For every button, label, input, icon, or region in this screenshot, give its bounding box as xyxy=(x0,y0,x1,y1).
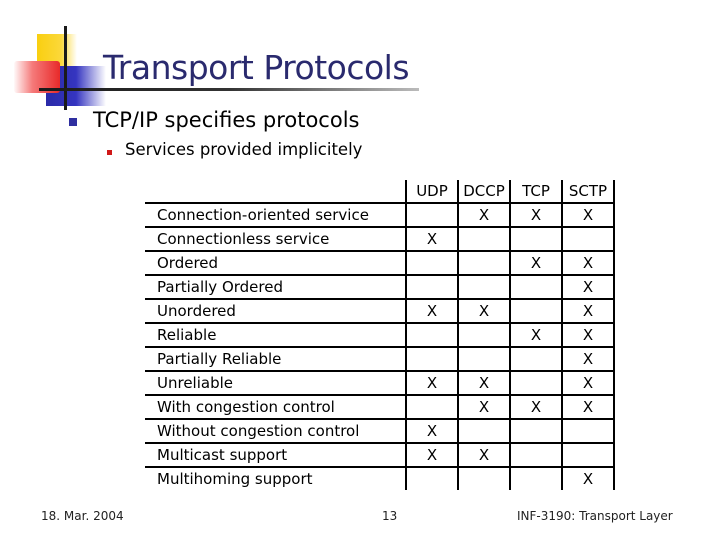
decor-vertical-line xyxy=(64,26,67,110)
protocol-services-table: UDP DCCP TCP SCTP Connection-oriented se… xyxy=(145,180,615,490)
row-label: Ordered xyxy=(145,250,406,275)
cell-tcp xyxy=(509,274,563,300)
cell-tcp: X xyxy=(509,394,563,420)
cell-sctp xyxy=(561,418,615,444)
cell-sctp: X xyxy=(561,466,615,490)
cell-sctp: X xyxy=(561,250,615,276)
cell-dccp: X xyxy=(457,442,511,468)
table-row: With congestion control X X X xyxy=(145,394,615,420)
cell-tcp xyxy=(509,346,563,372)
table-row: Connection-oriented service X X X xyxy=(145,202,615,228)
cell-dccp xyxy=(457,250,511,276)
table-header-row: UDP DCCP TCP SCTP xyxy=(145,180,615,203)
row-label: Partially Ordered xyxy=(145,274,406,299)
bullet-level2-text: Services provided implicitely xyxy=(125,140,363,159)
cell-tcp: X xyxy=(509,322,563,348)
row-label: Connection-oriented service xyxy=(145,202,406,227)
cell-sctp: X xyxy=(561,298,615,324)
cell-udp xyxy=(405,466,459,490)
cell-dccp xyxy=(457,346,511,372)
row-label: Partially Reliable xyxy=(145,346,406,371)
bullet-level1-text: TCP/IP specifies protocols xyxy=(93,108,360,132)
table-row: Partially Reliable X xyxy=(145,346,615,372)
cell-udp xyxy=(405,202,459,228)
row-label: Reliable xyxy=(145,322,406,347)
cell-dccp xyxy=(457,226,511,252)
cell-sctp xyxy=(561,442,615,468)
column-header-udp: UDP xyxy=(405,180,459,203)
cell-dccp: X xyxy=(457,298,511,324)
row-label: Unordered xyxy=(145,298,406,323)
cell-tcp: X xyxy=(509,202,563,228)
cell-sctp: X xyxy=(561,370,615,396)
table-row: Partially Ordered X xyxy=(145,274,615,300)
cell-udp: X xyxy=(405,370,459,396)
table-row: Connectionless service X xyxy=(145,226,615,252)
square-bullet-icon xyxy=(107,150,112,155)
cell-sctp: X xyxy=(561,394,615,420)
header-empty-cell xyxy=(145,180,406,203)
table-row: Without congestion control X xyxy=(145,418,615,444)
title-underline xyxy=(39,88,419,91)
cell-tcp: X xyxy=(509,250,563,276)
row-label: Connectionless service xyxy=(145,226,406,251)
cell-udp xyxy=(405,250,459,276)
table-row: Reliable X X xyxy=(145,322,615,348)
cell-tcp xyxy=(509,418,563,444)
row-label: Unreliable xyxy=(145,370,406,395)
cell-tcp xyxy=(509,226,563,252)
table-row: Unreliable X X X xyxy=(145,370,615,396)
row-label: Without congestion control xyxy=(145,418,406,443)
cell-dccp xyxy=(457,418,511,444)
column-header-dccp: DCCP xyxy=(457,180,511,203)
cell-udp xyxy=(405,346,459,372)
cell-tcp xyxy=(509,298,563,324)
cell-udp: X xyxy=(405,226,459,252)
cell-udp: X xyxy=(405,442,459,468)
footer-page-number: 13 xyxy=(382,509,398,523)
row-label: With congestion control xyxy=(145,394,406,419)
cell-dccp xyxy=(457,466,511,490)
cell-tcp xyxy=(509,370,563,396)
cell-sctp xyxy=(561,226,615,252)
cell-udp: X xyxy=(405,418,459,444)
table-row: Multicast support X X xyxy=(145,442,615,468)
row-label: Multicast support xyxy=(145,442,406,467)
table-row: Multihoming support X xyxy=(145,466,615,490)
table-row: Unordered X X X xyxy=(145,298,615,324)
cell-udp xyxy=(405,322,459,348)
cell-sctp: X xyxy=(561,202,615,228)
cell-sctp: X xyxy=(561,322,615,348)
cell-dccp: X xyxy=(457,370,511,396)
row-label: Multihoming support xyxy=(145,466,406,490)
cell-dccp xyxy=(457,322,511,348)
column-header-tcp: TCP xyxy=(509,180,563,203)
cell-tcp xyxy=(509,466,563,490)
cell-udp: X xyxy=(405,298,459,324)
cell-dccp xyxy=(457,274,511,300)
footer-course: INF-3190: Transport Layer xyxy=(517,509,673,523)
cell-tcp xyxy=(509,442,563,468)
slide-title: Transport Protocols xyxy=(103,48,410,87)
square-bullet-icon xyxy=(69,118,77,126)
footer-date: 18. Mar. 2004 xyxy=(41,509,124,523)
cell-sctp: X xyxy=(561,274,615,300)
table-row: Ordered X X xyxy=(145,250,615,276)
cell-udp xyxy=(405,274,459,300)
column-header-sctp: SCTP xyxy=(561,180,615,203)
cell-dccp: X xyxy=(457,202,511,228)
cell-udp xyxy=(405,394,459,420)
cell-sctp: X xyxy=(561,346,615,372)
cell-dccp: X xyxy=(457,394,511,420)
